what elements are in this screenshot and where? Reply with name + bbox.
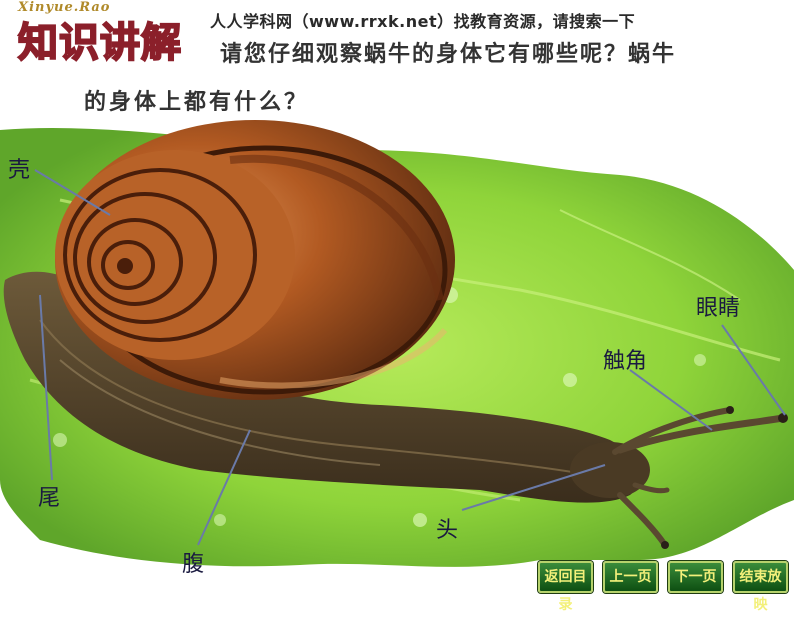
- next-page-button[interactable]: 下一页: [668, 561, 723, 593]
- prev-page-button[interactable]: 上一页: [603, 561, 658, 593]
- label-tail: 尾: [38, 486, 61, 511]
- question-line-2: 的身体上都有什么？: [84, 90, 310, 115]
- lesson-title: 知识讲解: [17, 18, 182, 67]
- snail-shell: [55, 120, 455, 400]
- slide: Xinyue.Rao 知识讲解 人人学科网（www.rrxk.net）找教育资源…: [0, 0, 794, 613]
- question-line-1: 请您仔细观察蜗牛的身体它有哪些呢？蜗牛: [220, 42, 677, 67]
- label-head: 头: [436, 518, 459, 543]
- label-tentacle: 触角: [603, 349, 648, 374]
- label-eyes: 眼睛: [696, 296, 741, 321]
- back-to-toc-button[interactable]: 返回目录: [538, 561, 593, 613]
- site-banner: 人人学科网（www.rrxk.net）找教育资源，请搜索一下: [210, 12, 636, 31]
- end-show-button[interactable]: 结束放映: [733, 561, 788, 613]
- label-shell: 壳: [8, 158, 31, 183]
- label-belly: 腹: [182, 552, 205, 577]
